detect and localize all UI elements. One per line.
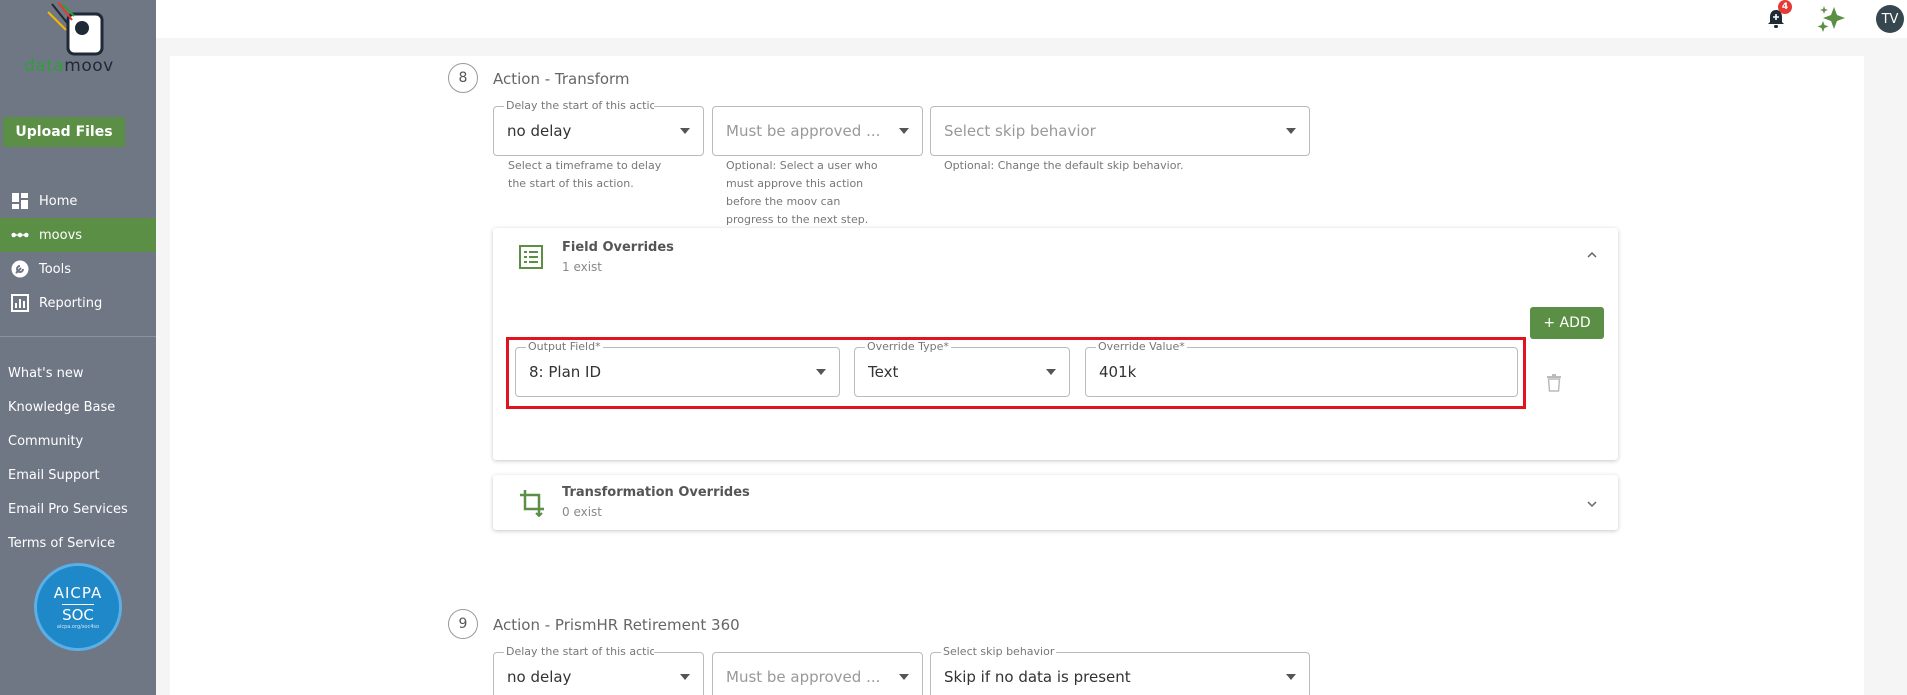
link-terms-of-service[interactable]: Terms of Service bbox=[8, 526, 128, 560]
caret-down-icon bbox=[1286, 674, 1296, 680]
field-overrides-count: 1 exist bbox=[562, 260, 603, 274]
logo-wordmark: datamoov bbox=[24, 56, 114, 76]
sidebar-item-home[interactable]: Home bbox=[0, 184, 156, 218]
override-type-select[interactable]: Override Type* Text bbox=[854, 340, 1070, 397]
delay-select-8[interactable]: Delay the start of this actio no delay bbox=[493, 99, 704, 156]
transformation-overrides-card[interactable] bbox=[493, 475, 1618, 530]
sidebar-divider bbox=[0, 336, 156, 337]
chevron-down-icon[interactable] bbox=[1587, 499, 1597, 509]
wrench-icon bbox=[11, 260, 29, 278]
step-title-8: Action - Transform bbox=[493, 70, 630, 88]
delay-helper-8: Select a timeframe to delay the start of … bbox=[508, 159, 662, 190]
chevron-up-icon[interactable] bbox=[1587, 250, 1597, 260]
datamoov-logo[interactable]: datamoov bbox=[22, 0, 132, 76]
bar-chart-icon bbox=[11, 294, 29, 312]
dashboard-icon bbox=[11, 192, 29, 210]
sidebar-item-label: moovs bbox=[39, 227, 83, 243]
upload-files-button[interactable]: Upload Files bbox=[3, 117, 125, 147]
user-avatar[interactable]: TV bbox=[1876, 5, 1904, 33]
link-email-pro-services[interactable]: Email Pro Services bbox=[8, 492, 128, 526]
approver-select-9[interactable]: Must be approved ... bbox=[712, 652, 923, 695]
caret-down-icon bbox=[899, 674, 909, 680]
link-email-support[interactable]: Email Support bbox=[8, 458, 128, 492]
trash-icon[interactable] bbox=[1546, 374, 1562, 392]
skip-behavior-select-9[interactable]: Select skip behavior Skip if no data is … bbox=[930, 645, 1310, 695]
sparkle-ai-icon[interactable] bbox=[1816, 5, 1848, 33]
add-field-override-button[interactable]: + ADD bbox=[1530, 307, 1604, 339]
sidebar-item-moovs[interactable]: moovs bbox=[0, 218, 156, 252]
notification-count-badge: 4 bbox=[1778, 0, 1792, 14]
override-value-input[interactable]: Override Value* 401k bbox=[1085, 340, 1518, 397]
dots-chain-icon bbox=[11, 226, 29, 244]
step-number-8: 8 bbox=[448, 63, 478, 93]
link-knowledge-base[interactable]: Knowledge Base bbox=[8, 390, 128, 424]
caret-down-icon bbox=[899, 128, 909, 134]
sidebar-item-label: Tools bbox=[39, 261, 72, 277]
skip-helper-8: Optional: Change the default skip behavi… bbox=[944, 159, 1184, 172]
caret-down-icon bbox=[1046, 369, 1056, 375]
sidebar-item-tools[interactable]: Tools bbox=[0, 252, 156, 286]
sidebar: datamoov Upload Files Home moovs Tools R… bbox=[0, 0, 156, 695]
approver-helper-8: Optional: Select a user who must approve … bbox=[726, 159, 878, 226]
sidebar-nav: Home moovs Tools Reporting bbox=[0, 184, 156, 320]
caret-down-icon bbox=[680, 674, 690, 680]
crop-icon bbox=[520, 490, 544, 517]
sidebar-links: What's new Knowledge Base Community Emai… bbox=[8, 356, 128, 560]
step-number-9: 9 bbox=[448, 609, 478, 639]
output-field-select[interactable]: Output Field* 8: Plan ID bbox=[515, 340, 840, 397]
approver-select-8[interactable]: Must be approved ... bbox=[712, 106, 923, 156]
transformation-overrides-title: Transformation Overrides bbox=[562, 485, 750, 500]
sidebar-item-reporting[interactable]: Reporting bbox=[0, 286, 156, 320]
list-checklist-icon bbox=[519, 245, 543, 269]
caret-down-icon bbox=[1286, 128, 1296, 134]
skip-behavior-select-8[interactable]: Select skip behavior bbox=[930, 106, 1310, 156]
aicpa-soc-badge: AICPA SOC aicpa.org/soc4so bbox=[34, 563, 122, 651]
caret-down-icon bbox=[680, 128, 690, 134]
top-bar bbox=[156, 0, 1907, 38]
link-community[interactable]: Community bbox=[8, 424, 128, 458]
step-title-9: Action - PrismHR Retirement 360 bbox=[493, 616, 740, 634]
delay-select-9[interactable]: Delay the start of this actio no delay bbox=[493, 645, 704, 695]
sidebar-item-label: Home bbox=[39, 193, 78, 209]
logo-mark-icon bbox=[47, 2, 104, 56]
sidebar-item-label: Reporting bbox=[39, 295, 103, 311]
field-overrides-title: Field Overrides bbox=[562, 240, 674, 255]
link-whats-new[interactable]: What's new bbox=[8, 356, 128, 390]
transformation-overrides-count: 0 exist bbox=[562, 505, 603, 519]
caret-down-icon bbox=[816, 369, 826, 375]
